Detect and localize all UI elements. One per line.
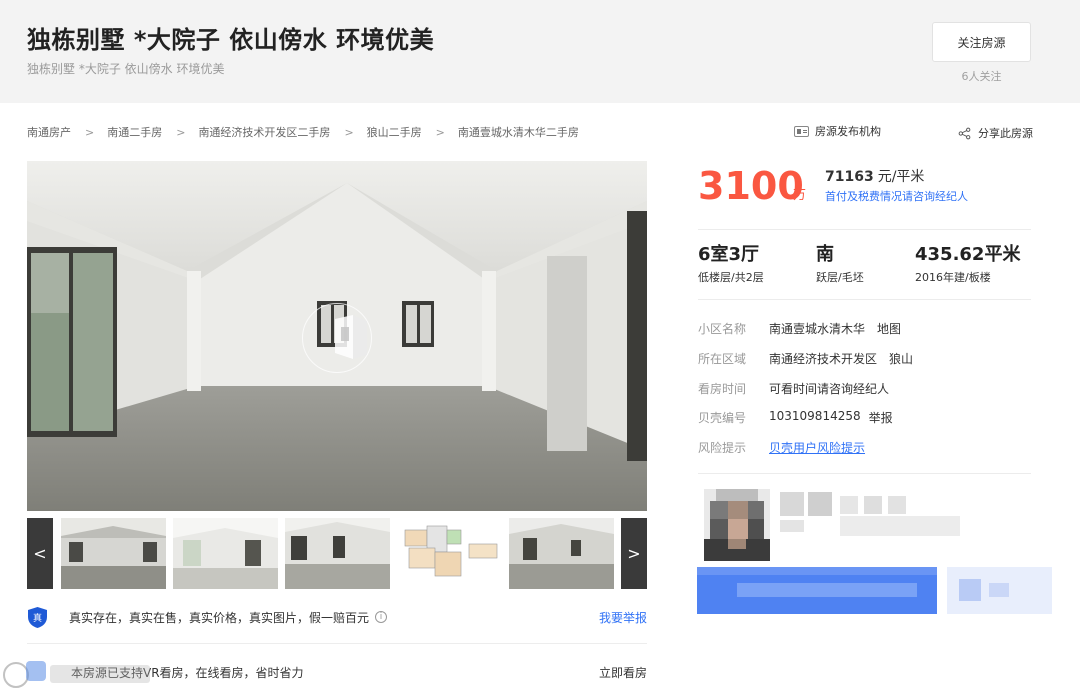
- listing-header: 独栋别墅 *大院子 依山傍水 环境优美 独栋别墅 *大院子 依山傍水 环境优美 …: [0, 0, 1080, 103]
- report-listing-link[interactable]: 举报: [869, 409, 893, 426]
- tax-info-link[interactable]: 首付及税费情况请咨询经纪人: [825, 188, 968, 204]
- chevron-right-icon: >: [435, 125, 445, 139]
- detail-area: 所在区域 南通经济技术开发区 狼山: [698, 350, 913, 367]
- listing-agency-link[interactable]: 房源发布机构: [794, 123, 881, 139]
- detail-value: 103109814258: [769, 409, 861, 423]
- total-price: 3100: [698, 164, 804, 208]
- agent-avatar[interactable]: [704, 489, 770, 561]
- breadcrumb-item[interactable]: 南通经济技术开发区二手房: [198, 124, 330, 140]
- subarea-link[interactable]: 狼山: [889, 350, 913, 367]
- thumbnail-2[interactable]: [173, 518, 278, 589]
- follow-listing-button[interactable]: 关注房源: [932, 22, 1031, 62]
- listing-title: 独栋别墅 *大院子 依山傍水 环境优美: [27, 26, 435, 54]
- spec-sub: 低楼层/共2层: [698, 271, 764, 284]
- spec-orientation: 南 跃层/毛坯: [816, 243, 864, 285]
- gallery-prev-button[interactable]: <: [27, 518, 53, 589]
- agency-label: 房源发布机构: [815, 125, 881, 138]
- spec-sub: 2016年建/板楼: [915, 271, 991, 284]
- spec-sub: 跃层/毛坯: [816, 271, 864, 284]
- breadcrumb: 南通房产 > 南通二手房 > 南通经济技术开发区二手房 > 狼山二手房 > 南通…: [27, 124, 579, 140]
- divider: [698, 473, 1031, 474]
- divider: [27, 643, 647, 644]
- shield-icon: 真: [28, 606, 47, 628]
- contact-agent-button[interactable]: [697, 567, 1052, 614]
- breadcrumb-item[interactable]: 南通二手房: [107, 124, 162, 140]
- detail-value[interactable]: 南通壹城水清木华: [769, 320, 865, 337]
- spec-main: 435.62平米: [915, 244, 1021, 265]
- detail-value[interactable]: 南通经济技术开发区: [769, 350, 877, 367]
- gallery-next-button[interactable]: >: [621, 518, 647, 589]
- detail-label: 看房时间: [698, 382, 747, 396]
- info-icon[interactable]: i: [375, 611, 388, 623]
- guarantee-row: 真 真实存在，真实在售，真实价格，真实图片，假一赔百元 i 我要举报: [27, 605, 647, 629]
- detail-label: 贝壳编号: [698, 411, 747, 425]
- detail-code: 贝壳编号 103109814258 举报: [698, 409, 893, 426]
- thumbnail-3[interactable]: [285, 518, 390, 589]
- breadcrumb-item[interactable]: 狼山二手房: [367, 124, 422, 140]
- unit-price-value: 71163: [825, 169, 874, 185]
- total-price-unit: 万: [793, 188, 807, 203]
- thumbnail-4[interactable]: [397, 518, 502, 589]
- map-link[interactable]: 地图: [877, 320, 901, 337]
- risk-notice-link[interactable]: 贝壳用户风险提示: [769, 439, 865, 456]
- empty-room-thumbnail-image: [509, 518, 614, 589]
- breadcrumb-item[interactable]: 南通房产: [27, 124, 71, 140]
- chevron-right-icon: >: [176, 125, 186, 139]
- vr-view-icon[interactable]: [331, 313, 371, 363]
- thumbnail-1[interactable]: [61, 518, 166, 589]
- share-label: 分享此房源: [978, 127, 1033, 140]
- share-icon: [958, 127, 971, 139]
- thumbnail-5[interactable]: [509, 518, 614, 589]
- chevron-right-icon: >: [85, 125, 95, 139]
- shield-badge-text: 真: [33, 612, 42, 624]
- spec-main: 南: [816, 244, 834, 265]
- id-card-icon: [794, 125, 809, 137]
- report-link[interactable]: 我要举报: [599, 609, 647, 626]
- detail-label: 风险提示: [698, 441, 747, 455]
- watermark-logo-icon: [3, 661, 150, 688]
- divider: [698, 299, 1031, 300]
- detail-label: 小区名称: [698, 322, 747, 336]
- spec-layout: 6室3厅 低楼层/共2层: [698, 243, 764, 285]
- detail-label: 所在区域: [698, 352, 747, 366]
- detail-value: 可看时间请咨询经纪人: [769, 382, 890, 396]
- follow-count: 6人关注: [961, 70, 1002, 83]
- spec-area: 435.62平米 2016年建/板楼: [915, 243, 1020, 285]
- chevron-right-icon: >: [344, 125, 354, 139]
- detail-community: 小区名称 南通壹城水清木华 地图: [698, 320, 901, 337]
- detail-visit: 看房时间 可看时间请咨询经纪人: [698, 380, 889, 397]
- unit-price-suffix: 元/平米: [877, 169, 925, 185]
- bright-room-thumbnail-image: [173, 518, 278, 589]
- divider: [698, 229, 1031, 230]
- main-listing-photo[interactable]: [27, 161, 647, 511]
- agent-name-blurred: [780, 492, 960, 536]
- unit-price: 71163 元/平米: [825, 166, 924, 186]
- share-listing-button[interactable]: 分享此房源: [958, 125, 1033, 141]
- guarantee-text: 真实存在，真实在售，真实价格，真实图片，假一赔百元: [69, 610, 370, 625]
- listing-subtitle: 独栋别墅 *大院子 依山傍水 环境优美: [27, 62, 225, 76]
- spec-main: 6室3厅: [698, 244, 760, 265]
- breadcrumb-item[interactable]: 南通壹城水清木华二手房: [458, 124, 579, 140]
- floor-plan-thumbnail-image: [397, 518, 502, 589]
- room-thumbnail-image: [61, 518, 166, 589]
- view-vr-link[interactable]: 立即看房: [599, 664, 647, 681]
- detail-risk: 风险提示 贝壳用户风险提示: [698, 439, 865, 456]
- windows-room-thumbnail-image: [285, 518, 390, 589]
